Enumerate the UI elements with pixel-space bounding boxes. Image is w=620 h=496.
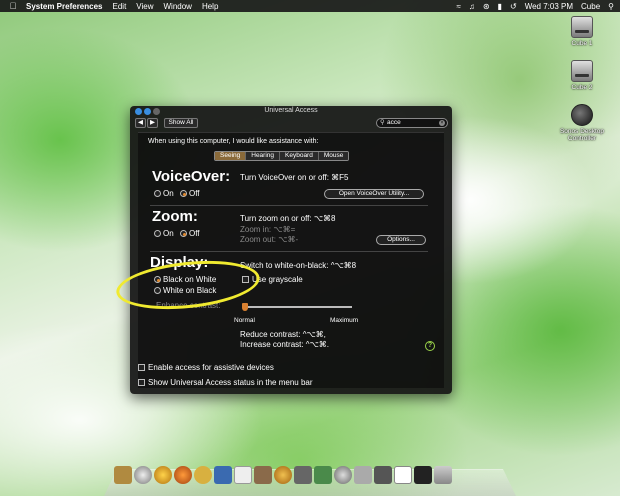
firefox-icon[interactable] bbox=[174, 466, 192, 484]
divider bbox=[150, 251, 428, 252]
window-title: Universal Access bbox=[264, 107, 318, 114]
open-voiceover-utility-button[interactable]: Open VoiceOver Utility... bbox=[324, 189, 424, 199]
finder-icon[interactable] bbox=[114, 466, 132, 484]
zoom-out-shortcut: Zoom out: ⌥⌘- bbox=[240, 235, 299, 244]
disk-utility-icon[interactable] bbox=[334, 466, 352, 484]
assistance-label: When using this computer, I would like a… bbox=[148, 138, 319, 145]
hard-disk-icon bbox=[571, 60, 593, 82]
radio-label: Off bbox=[189, 229, 200, 238]
zoom-off-radio[interactable]: Off bbox=[180, 229, 200, 238]
document-icon[interactable] bbox=[414, 466, 432, 484]
menu-edit[interactable]: Edit bbox=[113, 2, 127, 11]
checkbox-label: Enable access for assistive devices bbox=[148, 363, 274, 372]
tab-keyboard[interactable]: Keyboard bbox=[280, 152, 319, 160]
contrast-slider-knob[interactable] bbox=[242, 303, 248, 311]
sonos-icon bbox=[571, 104, 593, 126]
voiceover-shortcut: Turn VoiceOver on or off: ⌘F5 bbox=[240, 173, 349, 182]
tab-bar: Seeing Hearing Keyboard Mouse bbox=[214, 151, 350, 161]
radio-label: Off bbox=[189, 189, 200, 198]
chat-icon[interactable] bbox=[194, 466, 212, 484]
bluetooth-icon[interactable]: ⊛ bbox=[483, 2, 490, 11]
desktop-icon-label: Cube 2 bbox=[571, 84, 593, 91]
search-field[interactable]: ⚲ acce × bbox=[376, 118, 448, 128]
voiceover-off-radio[interactable]: Off bbox=[180, 189, 200, 198]
desktop-icon-label: Cube 1 bbox=[571, 40, 593, 47]
mail-icon[interactable] bbox=[294, 466, 312, 484]
zoom-title: Zoom: bbox=[152, 208, 198, 225]
contrast-slider[interactable] bbox=[244, 306, 352, 308]
dock-icons bbox=[114, 466, 452, 484]
forward-arrow-icon: ▶ bbox=[150, 119, 155, 126]
photo-icon[interactable] bbox=[254, 466, 272, 484]
menu-view[interactable]: View bbox=[136, 2, 153, 11]
hard-disk-icon bbox=[571, 16, 593, 38]
checkbox-label: Show Universal Access status in the menu… bbox=[148, 378, 313, 387]
system-preferences-icon[interactable] bbox=[354, 466, 372, 484]
menu-bar:  System Preferences Edit View Window He… bbox=[0, 0, 620, 12]
tab-seeing[interactable]: Seeing bbox=[215, 152, 247, 160]
contrast-normal-label: Normal bbox=[234, 317, 255, 324]
show-status-menu-checkbox[interactable]: Show Universal Access status in the menu… bbox=[138, 378, 313, 387]
contrast-maximum-label: Maximum bbox=[330, 317, 359, 324]
menu-window[interactable]: Window bbox=[164, 2, 192, 11]
zoom-options-button[interactable]: Options... bbox=[376, 235, 426, 245]
back-arrow-icon: ◀ bbox=[138, 119, 143, 126]
show-all-button[interactable]: Show All bbox=[164, 118, 198, 128]
trash-icon[interactable] bbox=[434, 466, 452, 484]
reduce-contrast-shortcut: Reduce contrast: ^⌥⌘, bbox=[240, 330, 326, 339]
preview-icon[interactable] bbox=[314, 466, 332, 484]
radio-icon bbox=[154, 190, 161, 197]
volume-icon[interactable]: ♫ bbox=[469, 2, 475, 11]
radio-label: On bbox=[163, 189, 174, 198]
radio-icon bbox=[180, 190, 187, 197]
menu-help[interactable]: Help bbox=[202, 2, 218, 11]
voiceover-on-radio[interactable]: On bbox=[154, 189, 174, 198]
desktop-icon-sonos[interactable]: Sonos Desktop Controller bbox=[552, 104, 612, 142]
forward-button[interactable]: ▶ bbox=[147, 118, 158, 128]
address-book-icon[interactable] bbox=[214, 466, 232, 484]
zoom-in-shortcut: Zoom in: ⌥⌘= bbox=[240, 225, 296, 234]
zoom-on-radio[interactable]: On bbox=[154, 229, 174, 238]
universal-access-window: Universal Access ◀ ▶ Show All ⚲ acce × W… bbox=[130, 106, 452, 394]
tab-mouse[interactable]: Mouse bbox=[318, 152, 349, 160]
document-icon[interactable] bbox=[394, 466, 412, 484]
minimize-button[interactable] bbox=[144, 108, 151, 115]
menu-user[interactable]: Cube bbox=[581, 2, 600, 11]
divider bbox=[150, 205, 428, 206]
rss-icon[interactable] bbox=[154, 466, 172, 484]
menu-app-name[interactable]: System Preferences bbox=[26, 2, 103, 11]
tab-hearing[interactable]: Hearing bbox=[246, 152, 281, 160]
menu-clock[interactable]: Wed 7:03 PM bbox=[525, 2, 573, 11]
desktop-icon-label: Sonos Desktop Controller bbox=[559, 128, 605, 142]
back-button[interactable]: ◀ bbox=[135, 118, 146, 128]
voiceover-title: VoiceOver: bbox=[152, 168, 231, 185]
search-icon: ⚲ bbox=[380, 119, 385, 126]
checkbox-icon bbox=[138, 379, 145, 386]
desktop-icon-cube-2[interactable]: Cube 2 bbox=[552, 60, 612, 91]
zoom-shortcut: Turn zoom on or off: ⌥⌘8 bbox=[240, 214, 336, 223]
radio-icon bbox=[154, 230, 161, 237]
switch-white-on-black-shortcut: Switch to white-on-black: ^⌥⌘8 bbox=[240, 261, 357, 270]
terminal-icon[interactable] bbox=[374, 466, 392, 484]
close-button[interactable] bbox=[135, 108, 142, 115]
dashboard-icon[interactable] bbox=[134, 466, 152, 484]
search-input[interactable]: acce bbox=[387, 119, 401, 126]
radio-icon bbox=[180, 230, 187, 237]
help-button[interactable]: ? bbox=[425, 341, 435, 351]
clear-search-icon[interactable]: × bbox=[439, 120, 445, 126]
battery-icon[interactable]: ▮ bbox=[498, 2, 502, 11]
checkbox-icon bbox=[138, 364, 145, 371]
apple-menu-icon[interactable]:  bbox=[8, 1, 18, 11]
enable-assistive-devices-checkbox[interactable]: Enable access for assistive devices bbox=[138, 363, 274, 372]
wifi-icon[interactable]: ≈ bbox=[456, 2, 460, 11]
music-icon[interactable] bbox=[274, 466, 292, 484]
calendar-icon[interactable] bbox=[234, 466, 252, 484]
zoom-window-button[interactable] bbox=[153, 108, 160, 115]
increase-contrast-shortcut: Increase contrast: ^⌥⌘. bbox=[240, 340, 330, 349]
radio-label: On bbox=[163, 229, 174, 238]
desktop-icon-cube-1[interactable]: Cube 1 bbox=[552, 16, 612, 47]
spotlight-icon[interactable]: ⚲ bbox=[608, 2, 614, 11]
time-machine-icon[interactable]: ↺ bbox=[510, 2, 517, 11]
